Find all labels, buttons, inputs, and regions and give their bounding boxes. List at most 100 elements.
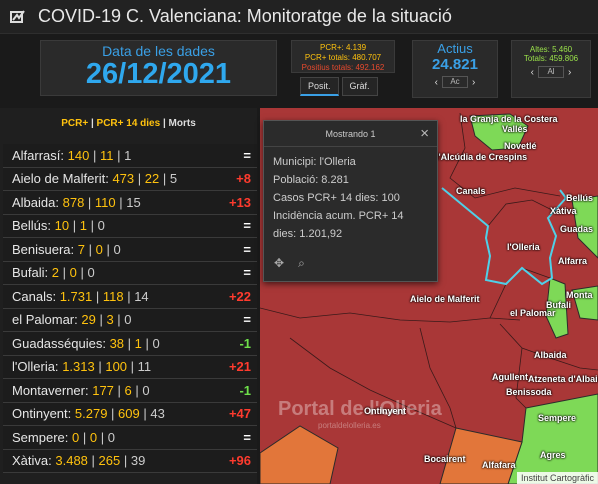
municipality-name: Canals: (12, 288, 57, 304)
header-morts: Morts (168, 118, 196, 129)
pcr-value: 29 (81, 312, 96, 328)
pcr-count: PCR+: 4.139 (319, 43, 367, 52)
map-label: Sempere (538, 413, 577, 423)
municipality-name: l'Olleria: (12, 359, 59, 375)
tab-posit[interactable]: Posit. (300, 77, 339, 96)
morts-value: 0 (97, 218, 105, 234)
orange-region-southwest (260, 425, 339, 484)
pcr-value: 1.313 (62, 359, 95, 375)
separator: | (113, 147, 125, 163)
pcr-total: PCR+ totals: 480.707 (304, 53, 382, 62)
list-item[interactable]: Montaverner: 177 | 6 | 0 -1 (3, 379, 257, 403)
pcr14-value: 6 (124, 382, 132, 398)
altes-panel: Altes: 5.460 Totals: 459.806 ‹ Al › (511, 40, 591, 98)
date-value: 26/12/2021 (85, 58, 232, 90)
header-pcr: PCR+ (61, 118, 89, 129)
morts-value: 0 (142, 382, 150, 398)
row-values: Sempere: 0 | 0 | 0 (12, 430, 115, 445)
map-label: Alfafara (482, 460, 516, 470)
popup-line: Població: 8.281 (273, 174, 349, 186)
date-panel: Data de les dades 26/12/2021 (40, 40, 277, 96)
popup-body: Municipi: l'Olleria Població: 8.281 Caso… (264, 147, 437, 249)
delta-value: = (243, 147, 251, 163)
list-item[interactable]: Aielo de Malferit: 473 | 22 | 5 +8 (3, 167, 257, 191)
separator: | (115, 194, 127, 210)
pcr14-value: 11 (99, 147, 114, 163)
separator: | (127, 359, 138, 375)
map-label: el Palomar (510, 308, 556, 318)
separator: | (59, 265, 70, 281)
pcr14-value: 609 (118, 406, 140, 422)
list-item[interactable]: Ontinyent: 5.279 | 609 | 43 +47 (3, 402, 257, 426)
pcr14-value: 118 (102, 288, 124, 304)
separator: | (86, 218, 98, 234)
list-item[interactable]: Guadasséquies: 38 | 1 | 0 -1 (3, 332, 257, 356)
separator: | (107, 406, 119, 422)
actius-page: Ac (442, 76, 468, 88)
delta-value: +21 (228, 359, 251, 375)
list-item[interactable]: Canals: 1.731 | 118 | 14 +22 (3, 285, 257, 309)
list-item[interactable]: Albaida: 878 | 110 | 15 +13 (3, 191, 257, 215)
pcr-value: 140 (67, 147, 90, 163)
list-item[interactable]: Xàtiva: 3.488 | 265 | 39 +96 (3, 449, 257, 473)
actius-label: Actius (437, 41, 473, 56)
municipality-name: Bufali: (12, 265, 49, 281)
map-label: Bellús (566, 193, 594, 203)
zoom-to-icon[interactable]: ⌕ (298, 256, 305, 271)
morts-value: 39 (130, 453, 146, 469)
next-arrow-icon[interactable]: › (472, 77, 475, 88)
delta-value: +13 (228, 194, 251, 210)
municipality-name: Benisuera: (12, 241, 75, 257)
map-label: l'Olleria (507, 242, 540, 252)
separator: | (85, 241, 96, 257)
pcr14-value: 22 (144, 171, 160, 187)
delta-value: +8 (236, 171, 251, 187)
municipality-name: Sempere: (12, 429, 69, 445)
popup-line: Municipi: l'Olleria (273, 156, 356, 168)
pcr-value: 5.279 (74, 406, 108, 422)
map-label: Alfarra (558, 256, 588, 266)
delta-value: -1 (239, 382, 251, 398)
separator: | (92, 288, 103, 304)
pan-icon[interactable]: ✥ (274, 256, 284, 271)
separator: | (87, 453, 99, 469)
pcr-value: 177 (92, 382, 114, 398)
municipality-name: Montaverner: (12, 382, 89, 398)
pcr14-value: 110 (94, 194, 116, 210)
altes-page: Al (538, 66, 564, 78)
map-label: la Granja de la Costera (460, 114, 558, 124)
list-item[interactable]: Bellús: 10 | 1 | 0 = (3, 214, 257, 238)
row-values: Albaida: 878 | 110 | 15 (12, 195, 141, 210)
separator: | (76, 265, 88, 281)
separator: | (134, 171, 145, 187)
municipality-name: Alfarrasí: (12, 147, 65, 163)
morts-value: 43 (150, 406, 165, 422)
prev-arrow-icon[interactable]: ‹ (531, 67, 534, 78)
map-label: Benissoda (506, 387, 552, 397)
list-item[interactable]: Alfarrasí: 140 | 11 | 1 = (3, 144, 257, 168)
morts-value: 0 (124, 312, 132, 328)
list-item[interactable]: el Palomar: 29 | 3 | 0 = (3, 308, 257, 332)
popup-line: dies: 1.201,92 (273, 228, 343, 240)
map-attribution[interactable]: Institut Cartogràfic (516, 472, 598, 484)
actius-pager: ‹ Ac › (413, 76, 497, 88)
tab-graf[interactable]: Gràf. (341, 77, 378, 96)
row-values: Bufali: 2 | 0 | 0 (12, 265, 95, 280)
list-item[interactable]: Sempere: 0 | 0 | 0 = (3, 426, 257, 450)
header-separator: | (160, 118, 169, 129)
map-label: Albaida (534, 350, 567, 360)
list-item[interactable]: Bufali: 2 | 0 | 0 = (3, 261, 257, 285)
close-icon[interactable]: × (420, 125, 429, 142)
list-item[interactable]: l'Olleria: 1.313 | 100 | 11 +21 (3, 355, 257, 379)
next-arrow-icon[interactable]: › (568, 67, 571, 78)
date-label: Data de les dades (102, 43, 215, 59)
morts-value: 11 (137, 359, 152, 375)
municipality-rows: Alfarrasí: 140 | 11 | 1 = Aielo de Malferi… (3, 144, 257, 473)
list-item[interactable]: Benisuera: 7 | 0 | 0 = (3, 238, 257, 262)
row-values: Alfarrasí: 140 | 11 | 1 (12, 148, 131, 163)
green-region-agres (507, 393, 598, 484)
altes-total: Totals: 459.806 (523, 54, 579, 63)
header-pcr14: PCR+ 14 dies (96, 118, 161, 129)
map-label: Agullent (492, 372, 528, 382)
prev-arrow-icon[interactable]: ‹ (435, 77, 438, 88)
